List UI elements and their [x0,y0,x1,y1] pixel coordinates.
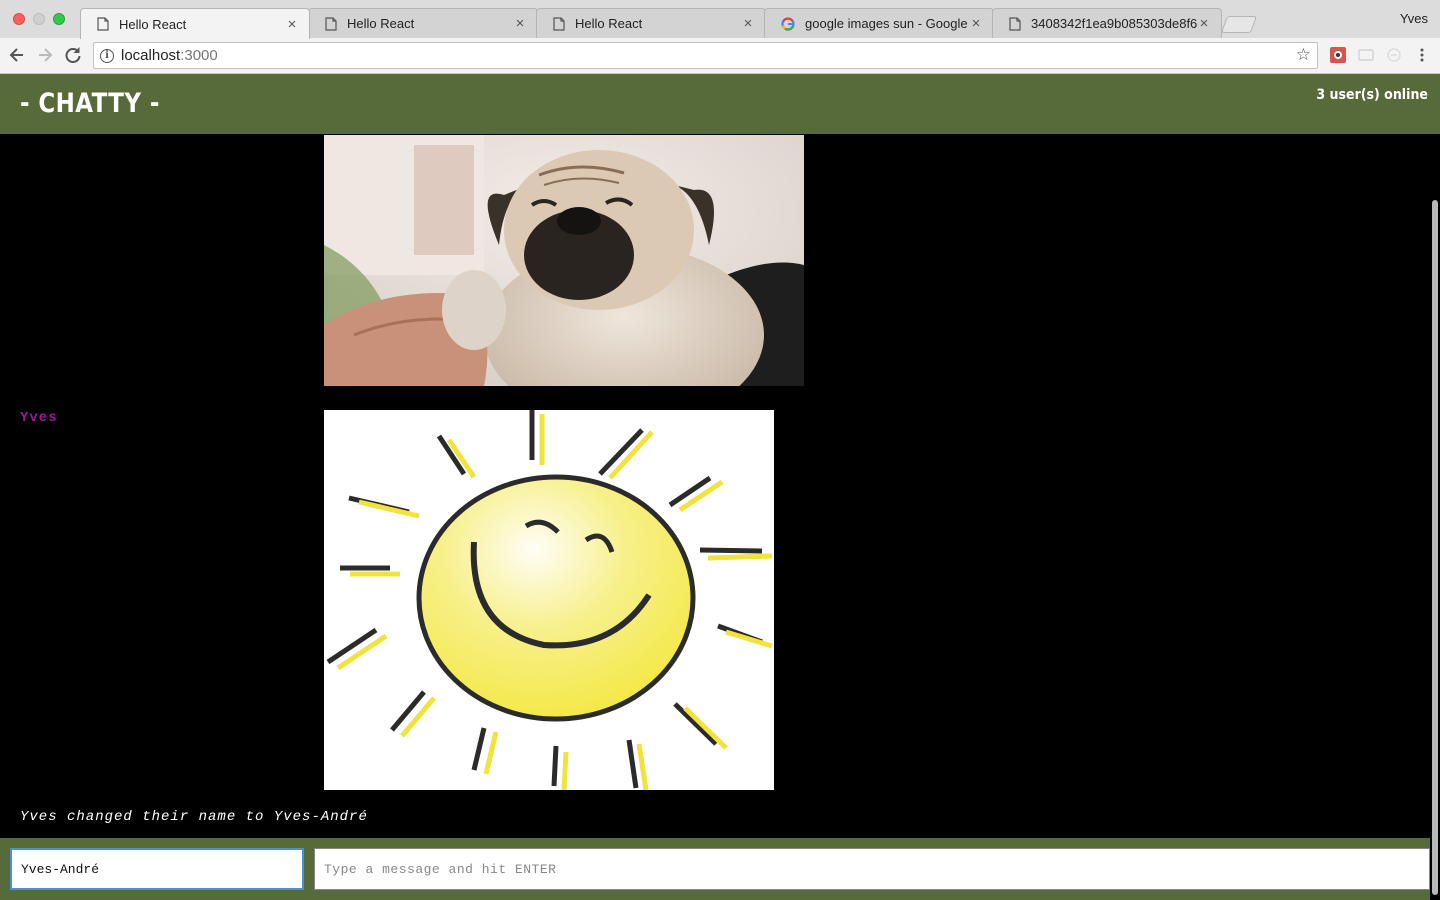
page-icon [97,17,109,31]
scrollbar-thumb[interactable] [1432,200,1438,895]
maximize-window-button[interactable] [53,13,65,25]
users-online-count: 3 user(s) online [1316,87,1428,103]
tab-title: Hello React [119,16,187,32]
page-icon [553,16,565,31]
browser-tab-5[interactable]: 3408342f1ea9b085303de8f6 × [992,8,1222,38]
reload-icon[interactable] [62,44,84,66]
url-port: :3000 [180,47,218,64]
browser-tab-4[interactable]: google images sun - Google Se × [764,8,994,38]
app-brand: - CHATTY - [20,88,160,119]
extension-icon[interactable] [1330,47,1346,63]
message-username: Yves [20,410,58,426]
tab-title: Hello React [575,16,643,31]
browser-tab-2[interactable]: Hello React × [308,8,538,38]
page-icon [1009,16,1021,31]
forward-arrow-icon[interactable] [34,44,56,66]
cast-icon[interactable] [1358,47,1374,63]
message-input[interactable] [314,848,1430,890]
bookmark-star-icon[interactable]: ☆ [1296,45,1311,65]
browser-toolbar: i localhost:3000 ☆ [0,38,1440,74]
close-tab-icon[interactable]: × [513,15,527,32]
close-tab-icon[interactable]: × [969,15,983,32]
browser-tab-1[interactable]: Hello React × [80,8,310,39]
message-image-sun [324,410,774,790]
sync-icon[interactable] [1386,47,1402,63]
profile-name[interactable]: Yves [1400,11,1428,26]
page-icon [325,16,337,31]
close-tab-icon[interactable]: × [285,16,299,33]
menu-kebab-icon[interactable] [1414,47,1430,63]
address-bar[interactable]: i localhost:3000 ☆ [93,42,1318,69]
tab-title: Hello React [347,16,415,31]
close-tab-icon[interactable]: × [1197,15,1211,32]
new-tab-button[interactable] [1220,16,1258,33]
google-icon [781,16,795,31]
close-tab-icon[interactable]: × [741,15,755,32]
close-window-button[interactable] [13,13,25,25]
minimize-window-button[interactable] [33,13,45,25]
tab-title: google images sun - Google Se [805,16,969,31]
message-image-pug [324,135,804,386]
info-icon[interactable]: i [100,48,114,63]
app-header: - CHATTY - 3 user(s) online [0,74,1440,134]
url-host: localhost [121,47,181,64]
system-notification: Yves changed their name to Yves-André [20,809,368,825]
browser-tab-3[interactable]: Hello React × [536,8,766,38]
tab-title: 3408342f1ea9b085303de8f6 [1031,16,1197,31]
message-list: Yves Yves changed their name to Yves-And… [0,134,1430,838]
back-arrow-icon[interactable] [6,44,28,66]
browser-tab-strip: Hello React × Hello React × Hello React … [0,0,1440,39]
chat-bar [0,838,1430,900]
username-input[interactable] [10,848,304,890]
